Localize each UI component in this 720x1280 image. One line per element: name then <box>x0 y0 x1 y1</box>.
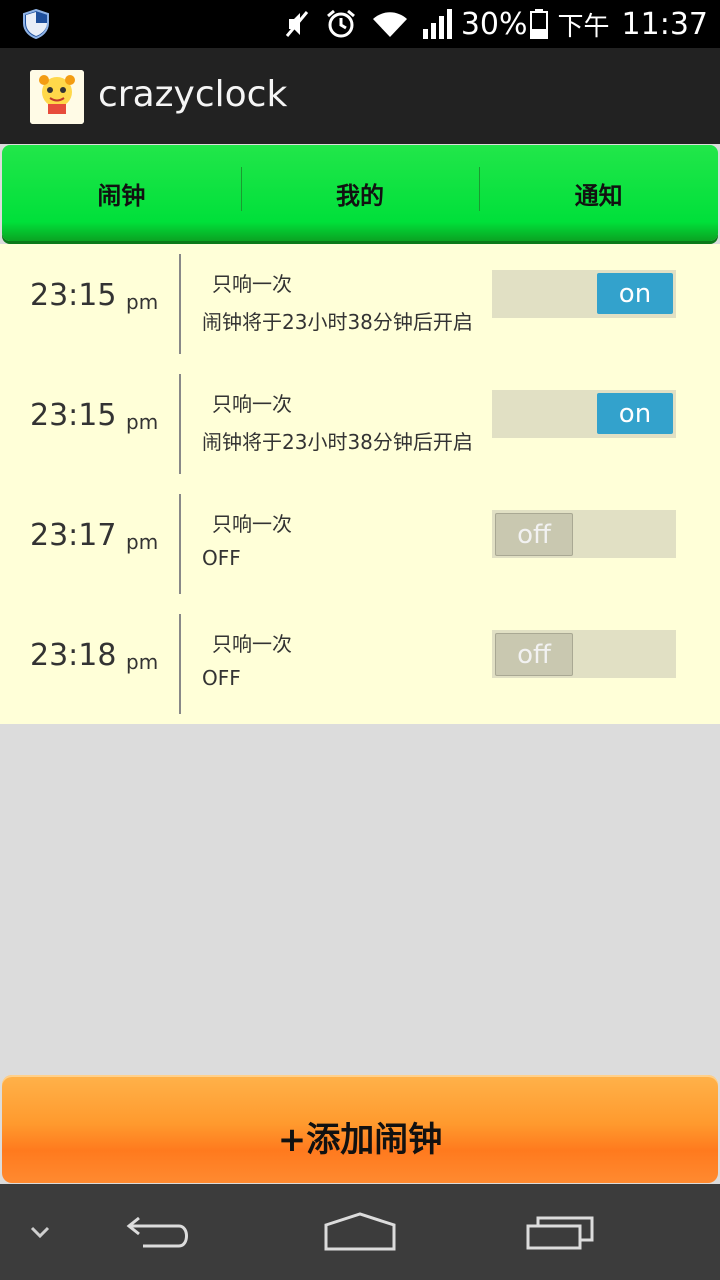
toggle-knob: on <box>597 393 673 434</box>
toggle-knob: on <box>597 273 673 314</box>
add-alarm-label: +添加闹钟 <box>277 1119 443 1160</box>
app-title: crazyclock <box>98 74 288 115</box>
alarm-time: 23:15 <box>30 398 117 433</box>
alarm-repeat: 只响一次 <box>212 272 292 296</box>
alarm-repeat: 只响一次 <box>212 632 292 656</box>
tab-bar: 闹钟 我的 通知 <box>2 145 718 241</box>
mute-icon <box>283 9 311 39</box>
alarm-ampm: pm <box>126 290 159 314</box>
navigation-bar <box>0 1184 720 1280</box>
alarm-icon <box>325 8 357 40</box>
alarm-ampm: pm <box>126 410 159 434</box>
alarm-ampm: pm <box>126 650 159 674</box>
battery-icon <box>529 9 548 39</box>
security-shield-icon <box>23 9 49 39</box>
alarm-toggle[interactable]: off <box>492 630 676 678</box>
toggle-knob: off <box>495 513 573 556</box>
back-icon[interactable] <box>110 1184 210 1280</box>
alarm-row[interactable]: 23:17 pm 只响一次 OFF off <box>0 484 720 604</box>
alarm-repeat: 只响一次 <box>212 392 292 416</box>
alarm-toggle[interactable]: on <box>492 270 676 318</box>
tab-notify[interactable]: 通知 <box>479 145 718 241</box>
row-divider <box>179 494 181 594</box>
alarm-toggle[interactable]: on <box>492 390 676 438</box>
alarm-status: OFF <box>202 546 241 570</box>
battery-percent: 30% <box>460 6 528 42</box>
alarm-row[interactable]: 23:15 pm 只响一次 闹钟将于23小时38分钟后开启 on <box>0 364 720 484</box>
toggle-knob: off <box>495 633 573 676</box>
tab-mine[interactable]: 我的 <box>240 145 480 241</box>
status-bar: 30% 下午 11:37 <box>0 0 720 48</box>
chevron-down-icon[interactable] <box>20 1184 60 1280</box>
wifi-icon <box>371 9 409 39</box>
alarm-status: 闹钟将于23小时38分钟后开启 <box>202 310 473 334</box>
row-divider <box>179 254 181 354</box>
recent-apps-icon[interactable] <box>510 1184 610 1280</box>
alarm-row[interactable]: 23:15 pm 只响一次 闹钟将于23小时38分钟后开启 on <box>0 244 720 364</box>
alarm-ampm: pm <box>126 530 159 554</box>
status-time: 11:37 <box>621 6 708 42</box>
alarm-repeat: 只响一次 <box>212 512 292 536</box>
alarm-row[interactable]: 23:18 pm 只响一次 OFF off <box>0 604 720 724</box>
row-divider <box>179 614 181 714</box>
alarm-toggle[interactable]: off <box>492 510 676 558</box>
alarm-list: 23:15 pm 只响一次 闹钟将于23小时38分钟后开启 on 23:15 p… <box>0 244 720 724</box>
app-logo-icon[interactable] <box>30 70 84 124</box>
tab-alarm[interactable]: 闹钟 <box>2 145 241 241</box>
home-icon[interactable] <box>310 1184 410 1280</box>
status-ampm: 下午 <box>557 11 610 42</box>
row-divider <box>179 374 181 474</box>
signal-icon <box>422 9 455 39</box>
alarm-time: 23:15 <box>30 278 117 313</box>
action-bar: crazyclock <box>0 48 720 144</box>
alarm-status: OFF <box>202 666 241 690</box>
add-alarm-button[interactable]: +添加闹钟 <box>2 1075 718 1183</box>
alarm-time: 23:17 <box>30 518 117 553</box>
alarm-time: 23:18 <box>30 638 117 673</box>
alarm-status: 闹钟将于23小时38分钟后开启 <box>202 430 473 454</box>
